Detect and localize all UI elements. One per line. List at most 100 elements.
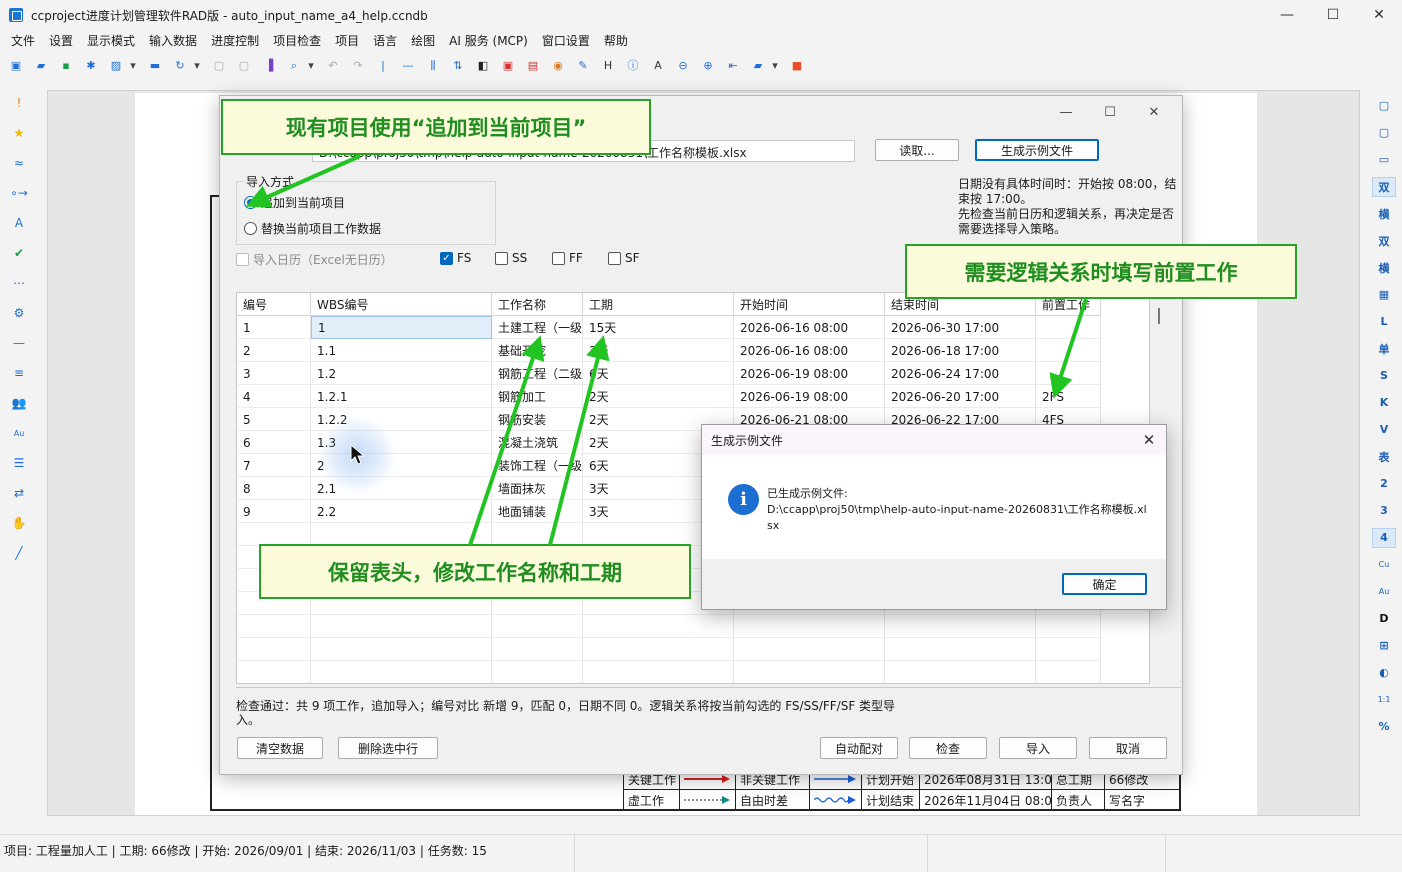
left-tool-icon[interactable]: 👥	[11, 395, 27, 411]
star-burst-icon[interactable]: ✱	[83, 57, 99, 73]
menu-item[interactable]: 窗口设置	[535, 32, 597, 49]
palette-icon[interactable]: ◉	[550, 57, 566, 73]
dropdown-icon[interactable]: ▾	[307, 57, 315, 73]
grid-cell[interactable]	[1036, 638, 1101, 661]
left-tool-icon[interactable]: ★	[11, 125, 27, 141]
redo-icon[interactable]: ↷	[350, 57, 366, 73]
grid-cell[interactable]	[237, 638, 311, 661]
grid-cell[interactable]	[885, 661, 1036, 683]
sf-checkbox-box[interactable]	[608, 251, 621, 265]
grid-cell[interactable]: 2026-06-19 08:00	[734, 362, 885, 385]
divider-icon[interactable]: |	[375, 57, 391, 73]
left-tool-icon[interactable]: A	[11, 215, 27, 231]
undo-icon[interactable]: ↶	[325, 57, 341, 73]
grid-cell[interactable]: 地面铺装	[492, 500, 583, 523]
document-icon[interactable]: ▤	[525, 57, 541, 73]
print-icon[interactable]: ▬	[147, 57, 163, 73]
grid-cell[interactable]: 3天	[583, 339, 734, 362]
paste-icon[interactable]: ▢	[236, 57, 252, 73]
grid-cell[interactable]: 2026-06-18 17:00	[885, 339, 1036, 362]
grid-cell[interactable]	[311, 638, 492, 661]
menu-item[interactable]: 帮助	[597, 32, 635, 49]
dropdown-icon[interactable]: ▾	[193, 57, 201, 73]
right-tool-button[interactable]: 单	[1372, 339, 1396, 359]
dialog-minimize-button[interactable]: —	[1044, 100, 1088, 124]
grid-cell[interactable]: 15天	[583, 316, 734, 339]
left-tool-icon[interactable]: ≈	[11, 155, 27, 171]
check-button[interactable]: 检查	[909, 737, 987, 759]
grid-cell[interactable]	[583, 615, 734, 638]
grid-cell[interactable]: 2026-06-30 17:00	[885, 316, 1036, 339]
import-button[interactable]: 导入	[999, 737, 1077, 759]
table-row[interactable]: 2 1.1 基础开挖 3天 2026-06-16 08:00 2026-06-18 17:…	[237, 339, 1101, 362]
menu-item[interactable]: AI 服务 (MCP)	[442, 32, 535, 49]
grid-cell[interactable]: 2026-06-19 08:00	[734, 385, 885, 408]
generate-sample-button[interactable]: 生成示例文件	[975, 139, 1099, 161]
right-tool-button[interactable]: 3	[1372, 501, 1396, 521]
dialog-close-button[interactable]: ✕	[1132, 100, 1176, 124]
right-tool-button[interactable]: 2	[1372, 474, 1396, 494]
grid-cell[interactable]: 装饰工程（一级）	[492, 454, 583, 477]
zoom-in-icon[interactable]: ⊕	[700, 57, 716, 73]
grid-cell[interactable]	[1036, 661, 1101, 683]
radio-append-indicator[interactable]	[244, 196, 257, 209]
right-tool-button[interactable]: %	[1372, 717, 1396, 737]
grid-cell[interactable]	[311, 661, 492, 683]
grid-cell[interactable]: 6天	[583, 362, 734, 385]
menu-item[interactable]: 输入数据	[142, 32, 204, 49]
table-row[interactable]	[237, 638, 1101, 661]
grid-cell[interactable]: 5	[237, 408, 311, 431]
new-file-icon[interactable]: ▣	[8, 57, 24, 73]
grid-cell[interactable]	[237, 661, 311, 683]
grid-cell[interactable]	[492, 638, 583, 661]
right-tool-button[interactable]: D	[1372, 609, 1396, 629]
folder-icon[interactable]: ▰	[750, 57, 766, 73]
info-icon[interactable]: ⓘ	[625, 57, 641, 73]
grid-cell[interactable]: 2FS	[1036, 385, 1101, 408]
radio-replace-indicator[interactable]	[244, 222, 257, 235]
grid-cell[interactable]: 2026-06-16 08:00	[734, 316, 885, 339]
right-tool-button[interactable]: Cu	[1372, 555, 1396, 575]
grid-cell[interactable]: 1.1	[311, 339, 492, 362]
grid-icon[interactable]: ◧	[475, 57, 491, 73]
right-tool-button[interactable]: Au	[1372, 582, 1396, 602]
grid-cell[interactable]	[734, 661, 885, 683]
close-button[interactable]: ✕	[1356, 0, 1402, 30]
grid-cell[interactable]: 土建工程（一级）	[492, 316, 583, 339]
sf-checkbox[interactable]: SF	[608, 251, 640, 265]
grid-cell[interactable]	[583, 638, 734, 661]
grid-cell[interactable]	[492, 523, 583, 546]
clear-data-button[interactable]: 清空数据	[237, 737, 323, 759]
left-tool-icon[interactable]: —	[11, 335, 27, 351]
dialog-maximize-button[interactable]: ☐	[1088, 100, 1132, 124]
grid-cell[interactable]: 3	[237, 362, 311, 385]
save-icon[interactable]: ▪	[58, 57, 74, 73]
dropdown-icon[interactable]: ▾	[129, 57, 137, 73]
grid-cell[interactable]	[237, 615, 311, 638]
grid-cell[interactable]: 钢筋安装	[492, 408, 583, 431]
right-tool-button[interactable]: L	[1372, 312, 1396, 332]
grid-cell[interactable]: 2026-06-20 17:00	[885, 385, 1036, 408]
table-row[interactable]	[237, 615, 1101, 638]
grid-cell[interactable]	[885, 638, 1036, 661]
ff-checkbox-box[interactable]	[552, 251, 565, 265]
grid-cell[interactable]	[1036, 362, 1101, 385]
right-tool-button[interactable]: S	[1372, 366, 1396, 386]
right-tool-button[interactable]: ▦	[1372, 285, 1396, 305]
format-painter-icon[interactable]: ▐	[261, 57, 277, 73]
grid-cell[interactable]: 7	[237, 454, 311, 477]
menu-item[interactable]: 显示模式	[80, 32, 142, 49]
minimize-button[interactable]: —	[1264, 0, 1310, 30]
left-tool-icon[interactable]: ⚙	[11, 305, 27, 321]
table-row[interactable]: 11土建工程（一级）15天2026-06-16 08:002026-06-30 …	[237, 316, 1101, 339]
grid-cell[interactable]: 4	[237, 385, 311, 408]
right-tool-button[interactable]: ▢	[1372, 96, 1396, 116]
table-row[interactable]	[237, 661, 1101, 683]
dropdown-icon[interactable]: ▾	[771, 57, 779, 73]
sort-icon[interactable]: ⇅	[450, 57, 466, 73]
menu-item[interactable]: 进度控制	[204, 32, 266, 49]
left-tool-icon[interactable]: ⋯	[11, 275, 27, 291]
grid-column-header[interactable]: WBS编号	[311, 293, 492, 316]
grid-cell[interactable]	[1036, 615, 1101, 638]
menu-item[interactable]: 设置	[42, 32, 80, 49]
